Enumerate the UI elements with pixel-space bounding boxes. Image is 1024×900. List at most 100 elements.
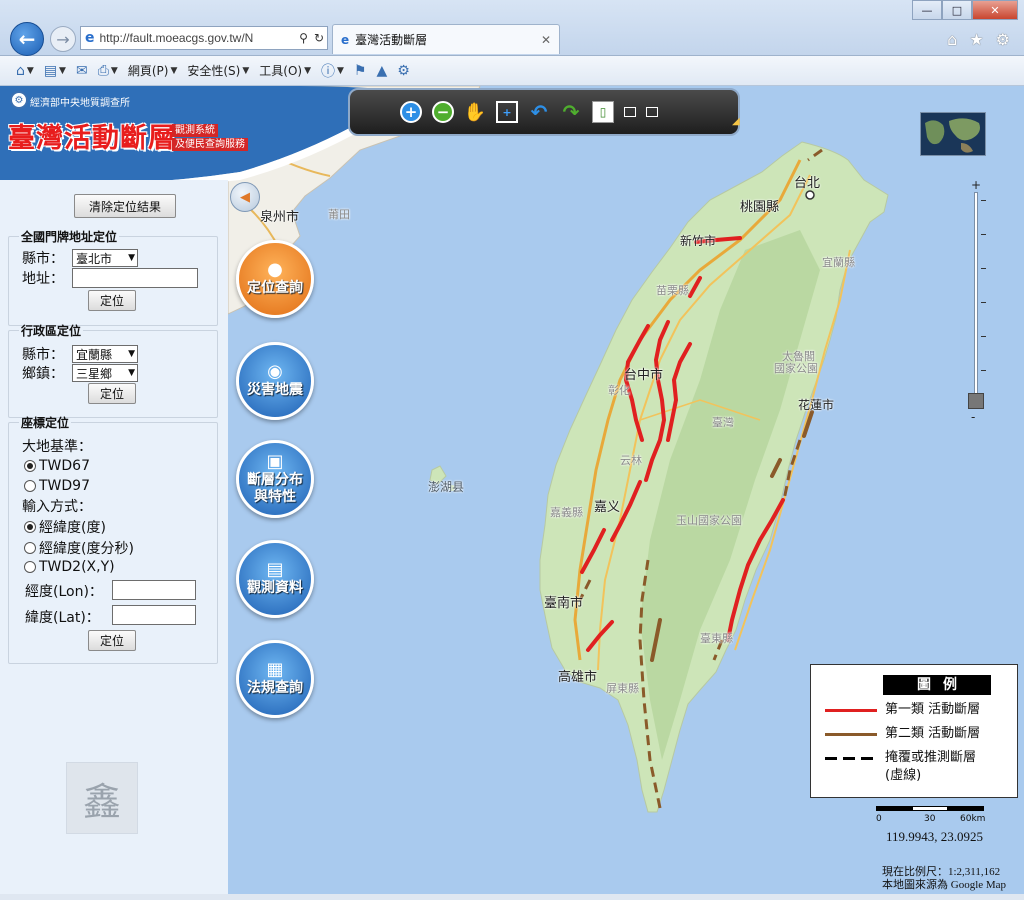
gear-icon[interactable]: ⚙ [996,30,1010,49]
address-locate-button[interactable]: 定位 [88,290,136,311]
research-button[interactable]: ⚑ [354,63,367,79]
lon-label: 經度(Lon)： [25,584,103,600]
map-label-tainan: 臺南市 [544,596,584,611]
locate-query-button[interactable]: ● 定位查詢 [236,240,314,318]
zoom-tick [981,370,986,371]
map-label-taroko-park: 國家公園 [774,362,818,375]
district-locate-button[interactable]: 定位 [88,383,136,404]
map-label-yilan: 宜蘭縣 [822,256,855,269]
chart-icon: ▤ [266,559,284,580]
help-menu[interactable]: ⓘ ▼ [321,61,344,81]
tab-active[interactable]: e 臺灣活動斷層 ✕ [332,24,560,54]
lon-input[interactable] [112,580,196,600]
address-bar[interactable]: e http://fault.moeacgs.gov.tw/N ⚲ ↻ [80,26,328,50]
district-county-select[interactable]: 宜蘭縣 ▼ [72,345,138,363]
org-logo-icon: ⚙ [10,91,28,109]
refresh-icon[interactable]: ↻ [314,31,324,45]
favorites-icon[interactable]: ★ [969,30,983,49]
print-icon: ⎙ [97,62,109,79]
zoom-slider-track[interactable] [974,192,978,408]
browser-titlebar: ← → e http://fault.moeacgs.gov.tw/N ⚲ ↻ … [0,0,1024,56]
scale-segment [912,806,948,811]
addon-button[interactable]: ▲ [376,63,387,79]
zoom-box-icon[interactable]: + [496,101,518,123]
print-menu[interactable]: ⎙ ▼ [98,63,118,79]
chevron-down-icon: ▼ [128,349,135,359]
back-icon[interactable]: ← [10,22,44,56]
home-menu[interactable]: ⌂ ▼ [16,63,34,79]
pan-hand-icon[interactable]: ✋ [464,101,486,123]
collapse-panel-icon[interactable]: ◀ [230,182,260,212]
map-label-chiayi-county: 嘉義縣 [550,506,583,519]
scale-label-mid: 30 [924,814,936,824]
home-icon[interactable]: ⌂ [947,30,957,49]
cursor-coordinates: 119.9943, 23.0925 [886,829,984,844]
mail-button[interactable]: ✉ [76,63,88,79]
browser-right-icons: ⌂ ★ ⚙ [947,30,1010,49]
datum-radio-twd67[interactable]: TWD67 [24,458,90,474]
map-label-taipei: 台北 [794,176,821,191]
print-icon[interactable] [624,107,636,117]
map-legend: 圖例 第一類 活動斷層 第二類 活動斷層 掩覆或推測斷層 (虛線) [810,664,1018,798]
mail-icon: ✉ [75,62,88,79]
earthquake-icon: ◉ [267,361,283,382]
input-radio-dms[interactable]: 經緯度(度分秒) [24,538,134,558]
forward-icon[interactable]: → [50,26,76,52]
input-mode-label: 輸入方式： [22,499,92,515]
ie-icon: e [341,32,350,47]
settings-button[interactable]: ⚙ [397,63,410,79]
command-bar: ⌂ ▼ ▤ ▼ ✉ ⎙ ▼ 網頁(P) ▼ 安全性(S) ▼ 工具(O) ▼ ⓘ ▼ ⚑ ▲ … [0,56,1024,86]
datum-radio-twd97[interactable]: TWD97 [24,478,90,494]
full-extent-icon[interactable]: ▯ [592,101,614,123]
zoom-slider-minus-icon[interactable]: - [971,410,975,424]
town-select[interactable]: 三星鄉 ▼ [72,364,138,382]
export-icon[interactable] [646,107,658,117]
lat-input[interactable] [112,605,196,625]
zoom-tick [981,268,986,269]
county-select[interactable]: 臺北市 ▼ [72,249,138,267]
map-label-quanzhou: 泉州市 [260,210,300,225]
zoom-out-icon[interactable]: − [432,101,454,123]
maximize-button[interactable]: □ [942,0,972,20]
radio-dot [24,521,36,533]
fault-distribution-button[interactable]: ▣ 斷層分布 與特性 [236,440,314,518]
regulation-query-button[interactable]: ▦ 法規查詢 [236,640,314,718]
gear-icon: ⚙ [397,62,410,79]
radio-dot [24,480,36,492]
minimize-button[interactable]: — [912,0,942,20]
zoom-tick [981,336,986,337]
scale-bar: 0 30 60km [876,806,986,824]
watermark-logo: 鑫 [66,762,138,834]
url-text: http://fault.moeacgs.gov.tw/N [99,31,254,45]
coord-locate-button[interactable]: 定位 [88,630,136,651]
search-icon[interactable]: ⚲ [299,31,308,45]
address-label: 地址： [22,271,64,287]
zoom-slider-plus-icon[interactable]: + [971,178,981,192]
next-extent-icon[interactable]: ↷ [560,100,582,124]
feeds-menu[interactable]: ▤ ▼ [44,63,66,79]
close-tab-icon[interactable]: ✕ [541,33,551,47]
zoom-in-icon[interactable]: + [400,101,422,123]
legend-row-inferred: 掩覆或推測斷層 (虛線) [825,749,976,785]
clear-location-button[interactable]: 清除定位結果 [74,194,176,218]
page-menu[interactable]: 網頁(P) ▼ [128,62,178,79]
org-name: 經濟部中央地質調查所 [30,98,130,109]
close-window-button[interactable]: ✕ [972,0,1018,20]
input-radio-degree[interactable]: 經緯度(度) [24,517,106,537]
earthquake-button[interactable]: ◉ 災害地震 [236,342,314,420]
town-label: 鄉鎮： [22,366,64,382]
observation-data-button[interactable]: ▤ 觀測資料 [236,540,314,618]
toolbar-toggle-icon[interactable]: ◢ [732,116,740,127]
scale-info: 現在比例尺：1:2,311,162 本地圖來源為 Google Map [882,866,1006,892]
safety-menu[interactable]: 安全性(S) ▼ [187,62,249,79]
map-label-penghu: 澎湖县 [428,480,465,494]
tab-title: 臺灣活動斷層 [355,33,428,47]
tools-menu[interactable]: 工具(O) ▼ [259,62,311,79]
address-input[interactable] [72,268,198,288]
overview-map[interactable] [920,112,986,156]
previous-extent-icon[interactable]: ↶ [528,100,550,124]
input-radio-twd2[interactable]: TWD2(X,Y) [24,559,115,575]
scale-segment [876,806,912,811]
zoom-slider[interactable]: + - [968,178,988,424]
zoom-slider-thumb[interactable] [968,393,984,409]
